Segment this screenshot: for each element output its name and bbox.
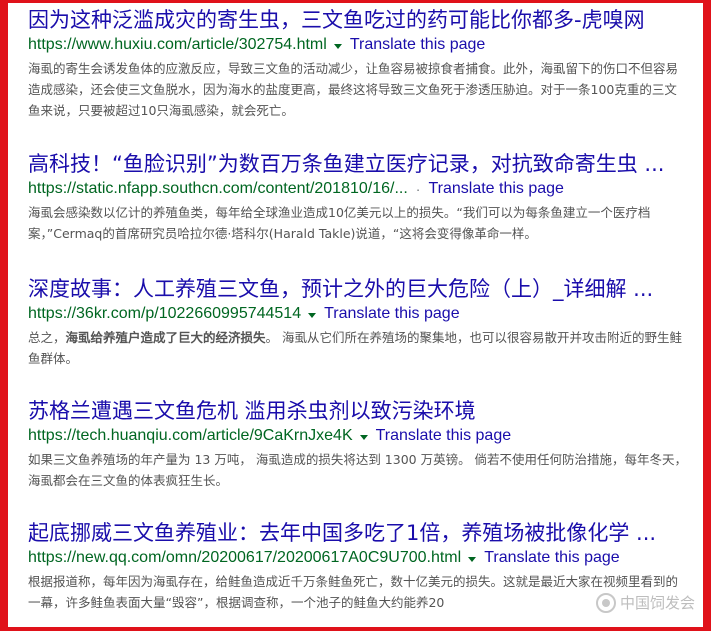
result-url-line: https://tech.huanqiu.com/article/9CaKrnJ… — [28, 425, 698, 447]
search-result: 苏格兰遭遇三文鱼危机 滥用杀虫剂以致污染环境 https://tech.huan… — [28, 397, 698, 491]
search-result: 因为这种泛滥成灾的寄生虫，三文鱼吃过的药可能比你都多-虎嗅网 https://w… — [28, 6, 698, 121]
result-url: https://www.huxiu.com/article/302754.htm… — [28, 36, 327, 53]
chevron-down-icon[interactable] — [359, 434, 368, 440]
result-url-line: https://www.huxiu.com/article/302754.htm… — [28, 34, 698, 56]
watermark: 中国饲发会 — [595, 592, 695, 613]
result-title-link[interactable]: 深度故事：人工养殖三文鱼，预计之外的巨大危险（上）_详细解 ... — [28, 275, 698, 303]
result-title-link[interactable]: 起底挪威三文鱼养殖业：去年中国多吃了1倍，养殖场被批像化学 ... — [28, 519, 698, 547]
snippet-text: 海虱的寄生会诱发鱼体的应激反应，导致三文鱼的活动减少，让鱼容易被掠食者捕食。此外… — [28, 61, 679, 118]
result-snippet: 海虱的寄生会诱发鱼体的应激反应，导致三文鱼的活动减少，让鱼容易被掠食者捕食。此外… — [28, 58, 688, 121]
translate-link[interactable]: Translate this page — [376, 427, 511, 445]
snippet-bold-text: 海虱给养殖户造成了巨大的经济损失 — [65, 330, 266, 345]
result-title-link[interactable]: 苏格兰遭遇三文鱼危机 滥用杀虫剂以致污染环境 — [28, 397, 698, 425]
watermark-text: 中国饲发会 — [619, 594, 695, 612]
translate-link[interactable]: Translate this page — [428, 180, 563, 198]
result-snippet: 如果三文鱼养殖场的年产量为 13 万吨， 海虱造成的损失将达到 1300 万英镑… — [28, 449, 688, 491]
result-title-link[interactable]: 因为这种泛滥成灾的寄生虫，三文鱼吃过的药可能比你都多-虎嗅网 — [28, 6, 698, 34]
snippet-text: 海虱会感染数以亿计的养殖鱼类，每年给全球渔业造成10亿美元以上的损失。“我们可以… — [28, 205, 651, 241]
result-title-link[interactable]: 高科技！“鱼脸识别”为数百万条鱼建立医疗记录，对抗致命寄生虫 ... — [28, 150, 698, 178]
snippet-text: 总之， — [28, 330, 66, 345]
wechat-logo-icon — [595, 592, 616, 613]
result-url-line: https://new.qq.com/omn/20200617/20200617… — [28, 547, 698, 569]
chevron-down-icon[interactable] — [308, 312, 317, 318]
result-url-line: https://36kr.com/p/1022660995744514 Tran… — [28, 303, 698, 325]
translate-link[interactable]: Translate this page — [350, 36, 485, 54]
search-results: 因为这种泛滥成灾的寄生虫，三文鱼吃过的药可能比你都多-虎嗅网 https://w… — [0, 0, 711, 631]
result-snippet: 海虱会感染数以亿计的养殖鱼类，每年给全球渔业造成10亿美元以上的损失。“我们可以… — [28, 202, 688, 244]
result-url: https://static.nfapp.southcn.com/content… — [28, 180, 408, 197]
result-url-line: https://static.nfapp.southcn.com/content… — [28, 178, 698, 200]
result-snippet: 根据报道称，每年因为海虱存在，给鲑鱼造成近千万条鲑鱼死亡，数十亿美元的损失。这就… — [28, 571, 688, 613]
search-result: 深度故事：人工养殖三文鱼，预计之外的巨大危险（上）_详细解 ... https:… — [28, 275, 698, 369]
translate-link[interactable]: Translate this page — [484, 549, 619, 567]
search-result: 高科技！“鱼脸识别”为数百万条鱼建立医疗记录，对抗致命寄生虫 ... https… — [28, 150, 698, 244]
chevron-down-icon[interactable] — [333, 43, 342, 49]
result-snippet: 总之，海虱给养殖户造成了巨大的经济损失。 海虱从它们所在养殖场的聚集地，也可以很… — [28, 327, 688, 369]
snippet-text: 如果三文鱼养殖场的年产量为 13 万吨， 海虱造成的损失将达到 1300 万英镑… — [28, 452, 688, 488]
snippet-text: 根据报道称，每年因为海虱存在，给鲑鱼造成近千万条鲑鱼死亡，数十亿美元的损失。这就… — [28, 574, 679, 610]
translate-link[interactable]: Translate this page — [324, 305, 459, 323]
result-url: https://36kr.com/p/1022660995744514 — [28, 305, 302, 322]
separator-dot: · — [415, 181, 421, 197]
chevron-down-icon[interactable] — [468, 556, 477, 562]
result-url: https://new.qq.com/omn/20200617/20200617… — [28, 549, 462, 566]
result-url: https://tech.huanqiu.com/article/9CaKrnJ… — [28, 427, 353, 444]
